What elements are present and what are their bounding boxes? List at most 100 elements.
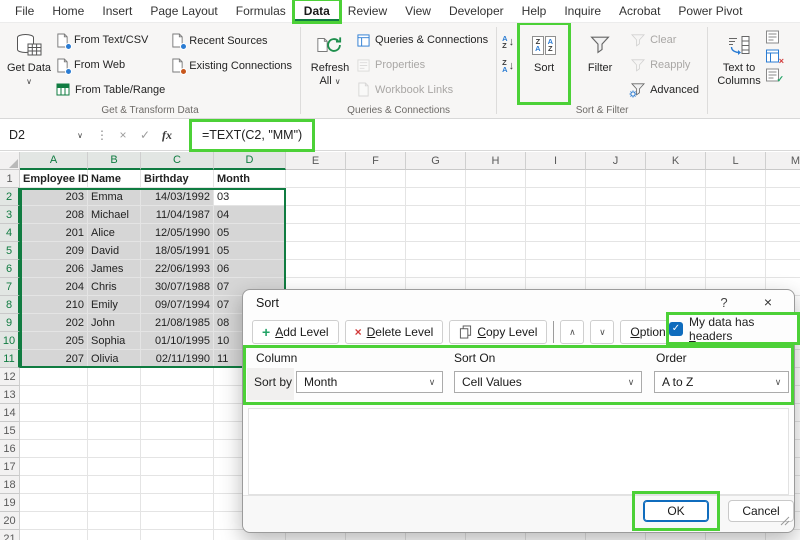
cell-L3[interactable] (706, 206, 766, 224)
column-header-B[interactable]: B (88, 152, 141, 170)
cell-K3[interactable] (646, 206, 706, 224)
cell-L2[interactable] (706, 188, 766, 206)
cell-E3[interactable] (286, 206, 346, 224)
cell-G6[interactable] (406, 260, 466, 278)
cell-A8[interactable]: 210 (20, 296, 88, 314)
column-header-L[interactable]: L (706, 152, 766, 170)
name-box-chevron-icon[interactable]: ∨ (77, 131, 83, 140)
ok-button[interactable]: OK (643, 500, 709, 522)
cell-C21[interactable] (141, 530, 214, 540)
move-up-button[interactable]: ∧ (560, 320, 584, 344)
cell-C6[interactable]: 22/06/1993 (141, 260, 214, 278)
cell-B13[interactable] (88, 386, 141, 404)
my-data-has-headers-checkbox[interactable]: ✓ My data has headers (669, 315, 797, 342)
cell-G1[interactable] (406, 170, 466, 188)
tab-page-layout[interactable]: Page Layout (141, 1, 226, 21)
cell-C14[interactable] (141, 404, 214, 422)
cell-A2[interactable]: 203 (20, 188, 88, 206)
tab-inquire[interactable]: Inquire (555, 1, 610, 21)
cell-J3[interactable] (586, 206, 646, 224)
row-header-13[interactable]: 13 (0, 386, 20, 404)
cell-L1[interactable] (706, 170, 766, 188)
cell-H6[interactable] (466, 260, 526, 278)
cell-F3[interactable] (346, 206, 406, 224)
cell-A19[interactable] (20, 494, 88, 512)
row-header-18[interactable]: 18 (0, 476, 20, 494)
cell-M1[interactable] (766, 170, 800, 188)
cell-C17[interactable] (141, 458, 214, 476)
cell-C18[interactable] (141, 476, 214, 494)
cell-C4[interactable]: 12/05/1990 (141, 224, 214, 242)
row-header-16[interactable]: 16 (0, 440, 20, 458)
tab-view[interactable]: View (396, 1, 440, 21)
cell-C9[interactable]: 21/08/1985 (141, 314, 214, 332)
cell-A3[interactable]: 208 (20, 206, 88, 224)
cell-C1[interactable]: Birthday (141, 170, 214, 188)
tab-file[interactable]: File (6, 1, 43, 21)
sort-button[interactable]: ZAAZ Sort (520, 25, 568, 102)
cell-C15[interactable] (141, 422, 214, 440)
sort-descending-button[interactable]: ZA↓ (502, 55, 514, 77)
cell-I1[interactable] (526, 170, 586, 188)
cell-A13[interactable] (20, 386, 88, 404)
cell-C12[interactable] (141, 368, 214, 386)
column-header-C[interactable]: C (141, 152, 214, 170)
cell-H4[interactable] (466, 224, 526, 242)
cell-A5[interactable]: 209 (20, 242, 88, 260)
row-header-5[interactable]: 5 (0, 242, 20, 260)
row-header-2[interactable]: 2 (0, 188, 20, 206)
cell-B15[interactable] (88, 422, 141, 440)
sort-on-dropdown[interactable]: Cell Values ∨ (454, 371, 642, 393)
cell-B19[interactable] (88, 494, 141, 512)
move-down-button[interactable]: ∨ (590, 320, 614, 344)
column-header-E[interactable]: E (286, 152, 346, 170)
cell-F5[interactable] (346, 242, 406, 260)
refresh-all-button[interactable]: Refresh All ∨ (306, 25, 354, 102)
cell-B20[interactable] (88, 512, 141, 530)
cell-A21[interactable] (20, 530, 88, 540)
cell-C19[interactable] (141, 494, 214, 512)
add-level-button[interactable]: + Add Level (252, 320, 339, 344)
cell-M3[interactable] (766, 206, 800, 224)
row-header-12[interactable]: 12 (0, 368, 20, 386)
recent-sources-button[interactable]: Recent Sources (168, 28, 295, 53)
sort-by-column-dropdown[interactable]: Month ∨ (296, 371, 443, 393)
formula-enter-icon[interactable]: ✓ (134, 128, 156, 142)
tab-acrobat[interactable]: Acrobat (610, 1, 669, 21)
column-header-G[interactable]: G (406, 152, 466, 170)
row-header-17[interactable]: 17 (0, 458, 20, 476)
cell-A11[interactable]: 207 (20, 350, 88, 368)
cell-C5[interactable]: 18/05/1991 (141, 242, 214, 260)
column-header-H[interactable]: H (466, 152, 526, 170)
cell-F2[interactable] (346, 188, 406, 206)
cell-H2[interactable] (466, 188, 526, 206)
cell-B3[interactable]: Michael (88, 206, 141, 224)
cell-C7[interactable]: 30/07/1988 (141, 278, 214, 296)
cell-F1[interactable] (346, 170, 406, 188)
cell-J1[interactable] (586, 170, 646, 188)
cell-C2[interactable]: 14/03/1992 (141, 188, 214, 206)
cell-G2[interactable] (406, 188, 466, 206)
cell-F6[interactable] (346, 260, 406, 278)
cell-I3[interactable] (526, 206, 586, 224)
cell-A6[interactable]: 206 (20, 260, 88, 278)
cell-E4[interactable] (286, 224, 346, 242)
row-header-10[interactable]: 10 (0, 332, 20, 350)
copy-level-button[interactable]: Copy Level (449, 320, 547, 344)
cell-H5[interactable] (466, 242, 526, 260)
cell-B4[interactable]: Alice (88, 224, 141, 242)
from-text-csv-button[interactable]: From Text/CSV (53, 28, 168, 53)
cell-C11[interactable]: 02/11/1990 (141, 350, 214, 368)
cell-A20[interactable] (20, 512, 88, 530)
cell-A16[interactable] (20, 440, 88, 458)
cell-B10[interactable]: Sophia (88, 332, 141, 350)
sort-ascending-button[interactable]: AZ↓ (502, 31, 514, 53)
cell-I2[interactable] (526, 188, 586, 206)
cell-J4[interactable] (586, 224, 646, 242)
column-header-K[interactable]: K (646, 152, 706, 170)
insert-function-icon[interactable]: fx (156, 128, 178, 143)
cell-D3[interactable]: 04 (214, 206, 286, 224)
get-data-button[interactable]: Get Data ∨ (5, 25, 53, 102)
text-to-columns-button[interactable]: Text to Columns (713, 25, 765, 102)
column-header-A[interactable]: A (20, 152, 88, 170)
